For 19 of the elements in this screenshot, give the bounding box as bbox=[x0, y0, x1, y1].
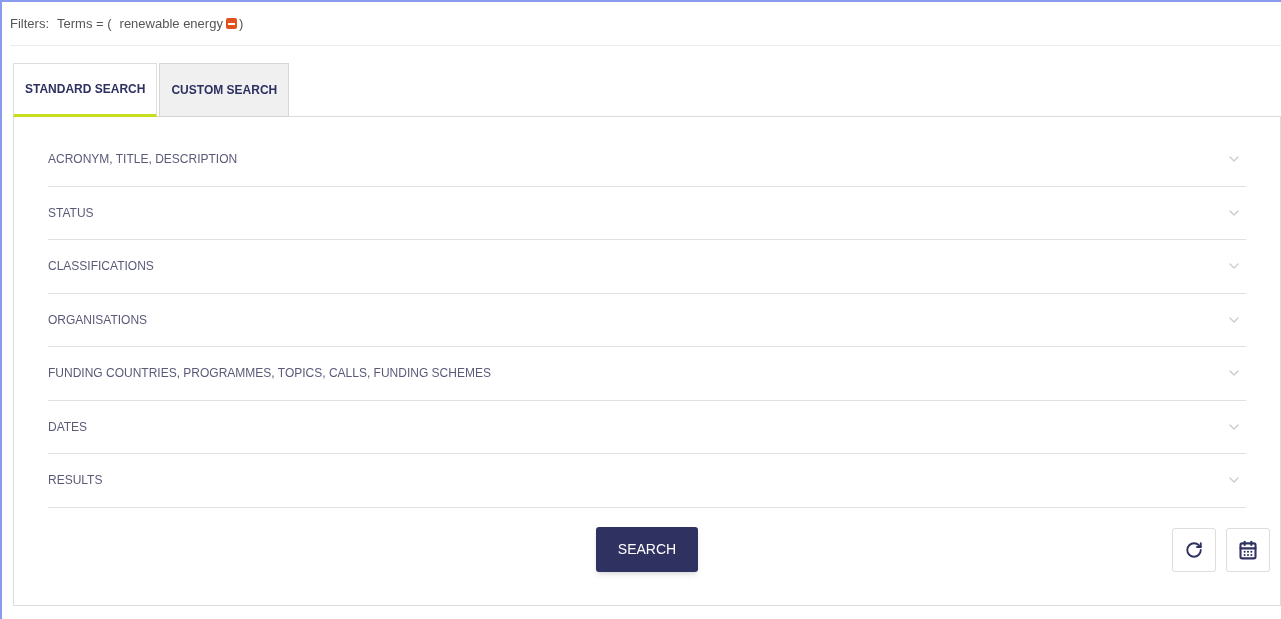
refresh-icon bbox=[1185, 540, 1203, 559]
filters-label: Filters: bbox=[10, 14, 49, 33]
calendar-button[interactable] bbox=[1226, 527, 1270, 572]
accordion-section[interactable]: FUNDING COUNTRIES, PROGRAMMES, TOPICS, CALLS, FUNDING SCHEMES bbox=[48, 347, 1246, 401]
accordion-section[interactable]: STATUS bbox=[48, 186, 1246, 240]
remove-filter-icon[interactable] bbox=[225, 18, 237, 29]
accordion-section[interactable]: RESULTS bbox=[48, 454, 1246, 508]
filter-close-paren: ) bbox=[238, 14, 244, 33]
search-tab[interactable]: CUSTOM SEARCH bbox=[159, 63, 290, 117]
accordion-section[interactable]: ACRONYM, TITLE, DESCRIPTION bbox=[48, 133, 1246, 187]
search-tab[interactable]: STANDARD SEARCH bbox=[13, 63, 158, 117]
accordion-section[interactable]: ORGANISATIONS bbox=[48, 293, 1246, 347]
filter-term: renewable energy bbox=[119, 14, 223, 33]
accordion-section[interactable]: DATES bbox=[48, 400, 1246, 454]
calendar-icon bbox=[1238, 539, 1258, 560]
filter-term-label: Terms = ( bbox=[57, 14, 112, 33]
search-button[interactable]: SEARCH bbox=[596, 527, 698, 572]
refresh-button[interactable] bbox=[1172, 527, 1216, 572]
accordion-section[interactable]: CLASSIFICATIONS bbox=[48, 240, 1246, 294]
